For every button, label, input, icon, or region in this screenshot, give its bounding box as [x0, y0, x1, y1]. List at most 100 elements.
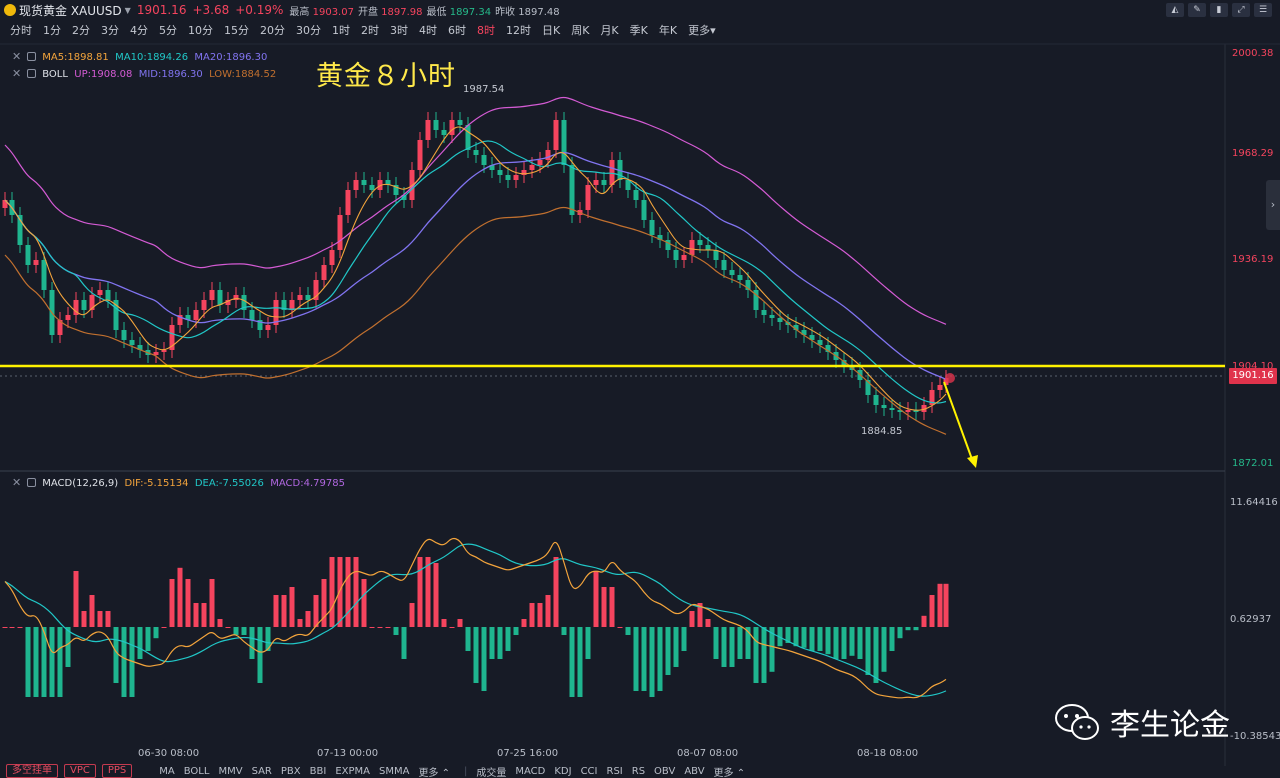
macd-histogram-bar: [865, 627, 871, 675]
macd-histogram-bar: [233, 627, 239, 635]
candle-body: [697, 240, 703, 245]
main-indicator-tab[interactable]: 更多 ⌃: [418, 764, 450, 778]
sub-indicator-tab[interactable]: RSI: [607, 766, 623, 777]
sub-indicator-tab[interactable]: 更多 ⌃: [714, 764, 746, 778]
main-indicator-tab[interactable]: PBX: [281, 766, 301, 777]
macd-histogram-bar: [169, 579, 175, 627]
candle-body: [713, 250, 719, 260]
candle-body: [473, 150, 479, 155]
bottom-button[interactable]: PPS: [101, 764, 133, 778]
candle-body: [761, 310, 767, 315]
macd-tick-label: 11.64416: [1230, 497, 1278, 508]
time-tick-label: 07-13 00:00: [317, 748, 379, 759]
candle-body: [777, 318, 783, 322]
macd-histogram-bar: [593, 571, 599, 627]
macd-histogram-bar: [553, 557, 559, 627]
settings-icon[interactable]: [27, 478, 37, 487]
close-icon[interactable]: ✕: [12, 50, 21, 63]
main-indicator-tab[interactable]: MA: [159, 766, 174, 777]
watermark-text: 李生论金: [1110, 708, 1230, 743]
macd-histogram-bar: [489, 627, 495, 659]
candle-body: [121, 330, 127, 340]
candle-body: [681, 255, 687, 260]
close-icon[interactable]: ✕: [12, 476, 21, 489]
trend-arrow-line: [943, 381, 974, 463]
macd-histogram-bar: [897, 627, 903, 639]
sub-indicator-tab[interactable]: 成交量: [476, 764, 506, 778]
macd-histogram-bar: [889, 627, 895, 651]
candle-body: [361, 180, 367, 185]
candle-body: [585, 185, 591, 210]
macd-histogram-bar: [2, 627, 8, 628]
candle-body: [641, 200, 647, 220]
macd-histogram-bar: [465, 627, 471, 651]
candle-body: [129, 340, 135, 345]
chevron-right-icon[interactable]: ›: [1266, 180, 1280, 230]
candle-body: [353, 180, 359, 190]
candle-body: [105, 290, 111, 300]
sub-indicator-tab[interactable]: MACD: [515, 766, 545, 777]
macd-histogram-bar: [705, 619, 711, 627]
macd-histogram-bar: [137, 627, 143, 659]
main-indicator-tab[interactable]: BOLL: [184, 766, 210, 777]
macd-histogram-bar: [569, 627, 575, 697]
candle-body: [41, 260, 47, 290]
macd-histogram-bar: [481, 627, 487, 691]
macd-histogram-bar: [513, 627, 519, 635]
candle-body: [297, 295, 303, 300]
candle-body: [337, 215, 343, 250]
bottom-button[interactable]: 多空挂单: [6, 764, 58, 778]
candle-body: [905, 410, 911, 412]
main-indicator-tab[interactable]: EXPMA: [335, 766, 370, 777]
candle-body: [193, 310, 199, 320]
candle-body: [545, 150, 551, 160]
main-indicator-tab[interactable]: SAR: [252, 766, 272, 777]
macd-tick-label: 0.62937: [1230, 614, 1272, 625]
candle-body: [937, 385, 943, 390]
price-chart[interactable]: [0, 0, 1280, 778]
candle-body: [289, 300, 295, 310]
macd-histogram-bar: [943, 583, 949, 627]
sub-indicator-tab[interactable]: ABV: [684, 766, 704, 777]
candle-body: [449, 120, 455, 135]
macd-histogram-bar: [585, 627, 591, 659]
candle-body: [433, 120, 439, 130]
main-indicator-tab[interactable]: BBI: [310, 766, 327, 777]
macd-histogram-bar: [617, 627, 623, 628]
ma20-line: [4, 151, 947, 380]
candle-body: [209, 290, 215, 300]
sub-indicator-tab[interactable]: KDJ: [554, 766, 571, 777]
macd-histogram-bar: [345, 557, 351, 627]
macd-histogram-bar: [241, 627, 247, 635]
macd-histogram-bar: [225, 627, 231, 628]
price-tick-label: 1936.19: [1232, 254, 1274, 265]
macd-histogram-bar: [577, 627, 583, 697]
macd-histogram-bar: [281, 595, 287, 627]
macd-histogram-bar: [921, 615, 927, 627]
main-indicator-tab[interactable]: MMV: [218, 766, 242, 777]
boll-upper-line: [4, 96, 947, 325]
macd-histogram-bar: [521, 619, 527, 627]
candle-body: [321, 265, 327, 280]
candle-body: [505, 175, 511, 180]
macd-histogram-bar: [817, 627, 823, 651]
sub-indicator-tab[interactable]: RS: [632, 766, 645, 777]
settings-icon[interactable]: [27, 69, 37, 78]
ma5-value: MA5:1898.81: [42, 52, 109, 63]
macd-histogram-bar: [753, 627, 759, 683]
sub-indicator-tab[interactable]: CCI: [581, 766, 598, 777]
settings-icon[interactable]: [27, 52, 37, 61]
macd-histogram-bar: [561, 627, 567, 635]
time-tick-label: 06-30 08:00: [138, 748, 200, 759]
sub-indicator-tab[interactable]: OBV: [654, 766, 675, 777]
macd-histogram-bar: [737, 627, 743, 659]
bottom-button[interactable]: VPC: [64, 764, 96, 778]
candle-body: [249, 310, 255, 320]
close-icon[interactable]: ✕: [12, 67, 21, 80]
boll-legend: ✕ BOLL UP:1908.08 MID:1896.30 LOW:1884.52: [12, 67, 276, 80]
main-indicator-tab[interactable]: SMMA: [379, 766, 409, 777]
macd-histogram-bar: [601, 587, 607, 627]
macd-histogram-bar: [49, 627, 55, 697]
macd-histogram-bar: [849, 627, 855, 656]
macd-histogram-bar: [353, 557, 359, 627]
